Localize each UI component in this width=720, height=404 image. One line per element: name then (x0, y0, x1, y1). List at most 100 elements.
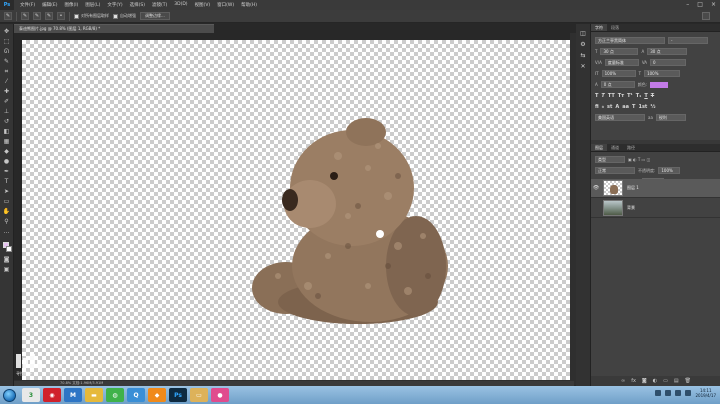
network-icon[interactable] (675, 390, 682, 396)
tab-character[interactable]: 字符 (591, 24, 607, 31)
document-tab[interactable]: 泰迪熊图片.jpg @ 70.8% (图层 1, RGB/8) * (14, 24, 214, 33)
ligature-button[interactable]: fi (595, 104, 599, 110)
strikethrough-button[interactable]: T (651, 93, 654, 99)
taskbar-app-netease[interactable]: ◉ (43, 388, 61, 402)
pen-tool-icon[interactable]: ✒ (2, 168, 12, 176)
tab-paragraph[interactable]: 段落 (607, 24, 623, 31)
blur-tool-icon[interactable]: ◆ (2, 148, 12, 156)
sample-all-layers-checkbox[interactable]: 对所有图层取样 (74, 13, 109, 19)
ordinal-button[interactable]: T (632, 104, 635, 110)
maximize-icon[interactable]: □ (697, 1, 703, 8)
volume-icon[interactable] (685, 390, 692, 396)
taskbar-app-qq[interactable]: Q (127, 388, 145, 402)
clock[interactable]: 14:11 2019/4/17 (695, 388, 716, 398)
path-selection-tool-icon[interactable]: ➤ (2, 188, 12, 196)
font-style-select[interactable]: - (668, 37, 708, 44)
brush-tool-icon[interactable]: ✐ (2, 98, 12, 106)
zoom-tool-icon[interactable]: ⚲ (2, 218, 12, 226)
half-button[interactable]: ½ (650, 104, 655, 110)
adjustments-icon[interactable]: ⇆ (580, 52, 585, 59)
underline-button[interactable]: T (644, 93, 647, 99)
taskbar-app-folder[interactable]: ▭ (190, 388, 208, 402)
link-layers-icon[interactable]: ∞ (621, 378, 625, 384)
adjustment-layer-icon[interactable]: ◐ (653, 378, 657, 384)
tracking-field[interactable]: 0 (650, 59, 687, 66)
close-icon[interactable]: × (711, 1, 716, 8)
add-to-selection-icon[interactable]: ✎ (33, 12, 41, 20)
taskbar-app-360[interactable]: 3 (22, 388, 40, 402)
tab-paths[interactable]: 路径 (623, 144, 639, 151)
minimize-icon[interactable]: – (686, 1, 689, 8)
crop-tool-icon[interactable]: ⌗ (2, 68, 12, 76)
refine-edge-button[interactable]: 调整边缘... (140, 12, 170, 20)
taskbar-app-wechat[interactable]: ◍ (106, 388, 124, 402)
subtract-from-selection-icon[interactable]: ✎ (45, 12, 53, 20)
layer-style-icon[interactable]: fx (631, 378, 636, 384)
workspace-icon[interactable] (702, 12, 710, 20)
background-color-swatch[interactable] (5, 246, 12, 252)
menu-select[interactable]: 选择(S) (130, 2, 145, 8)
layer-kind-filter[interactable]: 类型 (595, 156, 625, 163)
taskbar-app-explorer[interactable]: ▬ (85, 388, 103, 402)
faux-italic-button[interactable]: T (601, 93, 604, 99)
menu-help[interactable]: 帮助(H) (241, 2, 257, 8)
eraser-tool-icon[interactable]: ◧ (2, 128, 12, 136)
taskbar-app-pink-app[interactable]: ● (211, 388, 229, 402)
quick-mask-icon[interactable]: ◙ (2, 256, 12, 264)
history-brush-tool-icon[interactable]: ↺ (2, 118, 12, 126)
small-caps-button[interactable]: Tᴛ (618, 93, 624, 99)
shape-tool-icon[interactable]: ▭ (2, 198, 12, 206)
menu-view[interactable]: 视图(V) (195, 2, 211, 8)
lasso-tool-icon[interactable]: ᘏ (2, 48, 12, 56)
delete-layer-icon[interactable]: 🗑 (685, 378, 691, 384)
brush-size-icon[interactable]: • (57, 12, 65, 20)
leading-field[interactable]: 30 点 (647, 48, 688, 55)
menu-type[interactable]: 文字(Y) (107, 2, 122, 8)
subscript-button[interactable]: T₁ (636, 93, 642, 99)
tray-icon[interactable] (655, 390, 662, 396)
menu-window[interactable]: 窗口(W) (217, 2, 234, 8)
auto-enhance-checkbox[interactable]: 自动增强 (113, 13, 136, 19)
horizontal-scale-field[interactable]: 100% (644, 70, 681, 77)
more-tools-icon[interactable]: … (2, 228, 12, 236)
move-tool-icon[interactable]: ✥ (2, 28, 12, 36)
tab-layers[interactable]: 图层 (591, 144, 607, 151)
new-layer-icon[interactable]: ▤ (674, 378, 679, 384)
clone-stamp-tool-icon[interactable]: ⊥ (2, 108, 12, 116)
menu-file[interactable]: 文件(F) (20, 2, 35, 8)
color-swatches[interactable] (2, 242, 12, 254)
new-selection-icon[interactable]: ✎ (21, 12, 29, 20)
screen-mode-icon[interactable]: ▣ (2, 266, 12, 274)
text-color-swatch[interactable] (650, 81, 669, 88)
start-button[interactable] (0, 386, 18, 404)
all-caps-button[interactable]: TT (608, 93, 615, 99)
taskbar-app-orange-app[interactable]: ◆ (148, 388, 166, 402)
titling-button[interactable]: aa (622, 104, 629, 110)
tray-icon[interactable] (665, 390, 672, 396)
menu-layer[interactable]: 图层(L) (85, 2, 100, 8)
opacity-field[interactable]: 100% (658, 167, 681, 174)
kerning-field[interactable]: 度量标准 (604, 59, 639, 66)
language-select[interactable]: 美国英语 (595, 114, 645, 121)
taskbar-app-photoshop[interactable]: Ps (169, 388, 187, 402)
taskbar-app-maxthon[interactable]: M (64, 388, 82, 402)
tab-channels[interactable]: 通道 (607, 144, 623, 151)
blend-mode-select[interactable]: 正常 (595, 167, 635, 174)
fraction-button[interactable]: 1st (638, 104, 647, 110)
tool-presets-icon[interactable]: ✕ (580, 63, 585, 70)
hand-tool-icon[interactable]: ✋ (2, 208, 12, 216)
ornament-button[interactable]: ℴ (602, 104, 604, 110)
healing-brush-tool-icon[interactable]: ✚ (2, 88, 12, 96)
quick-select-tool-icon[interactable]: ✎ (4, 12, 12, 20)
gradient-tool-icon[interactable]: ▦ (2, 138, 12, 146)
new-group-icon[interactable]: ▭ (663, 378, 668, 384)
menu-image[interactable]: 图像(I) (64, 2, 78, 8)
antialias-select[interactable]: 锐利 (655, 114, 686, 121)
properties-icon[interactable]: ⚙ (580, 41, 585, 48)
menu-edit[interactable]: 编辑(E) (42, 2, 57, 8)
superscript-button[interactable]: T¹ (627, 93, 633, 99)
add-mask-icon[interactable]: ◙ (642, 378, 647, 384)
marquee-tool-icon[interactable]: ⬚ (2, 38, 12, 46)
menu-filter[interactable]: 滤镜(T) (152, 2, 167, 8)
dodge-tool-icon[interactable]: ● (2, 158, 12, 166)
